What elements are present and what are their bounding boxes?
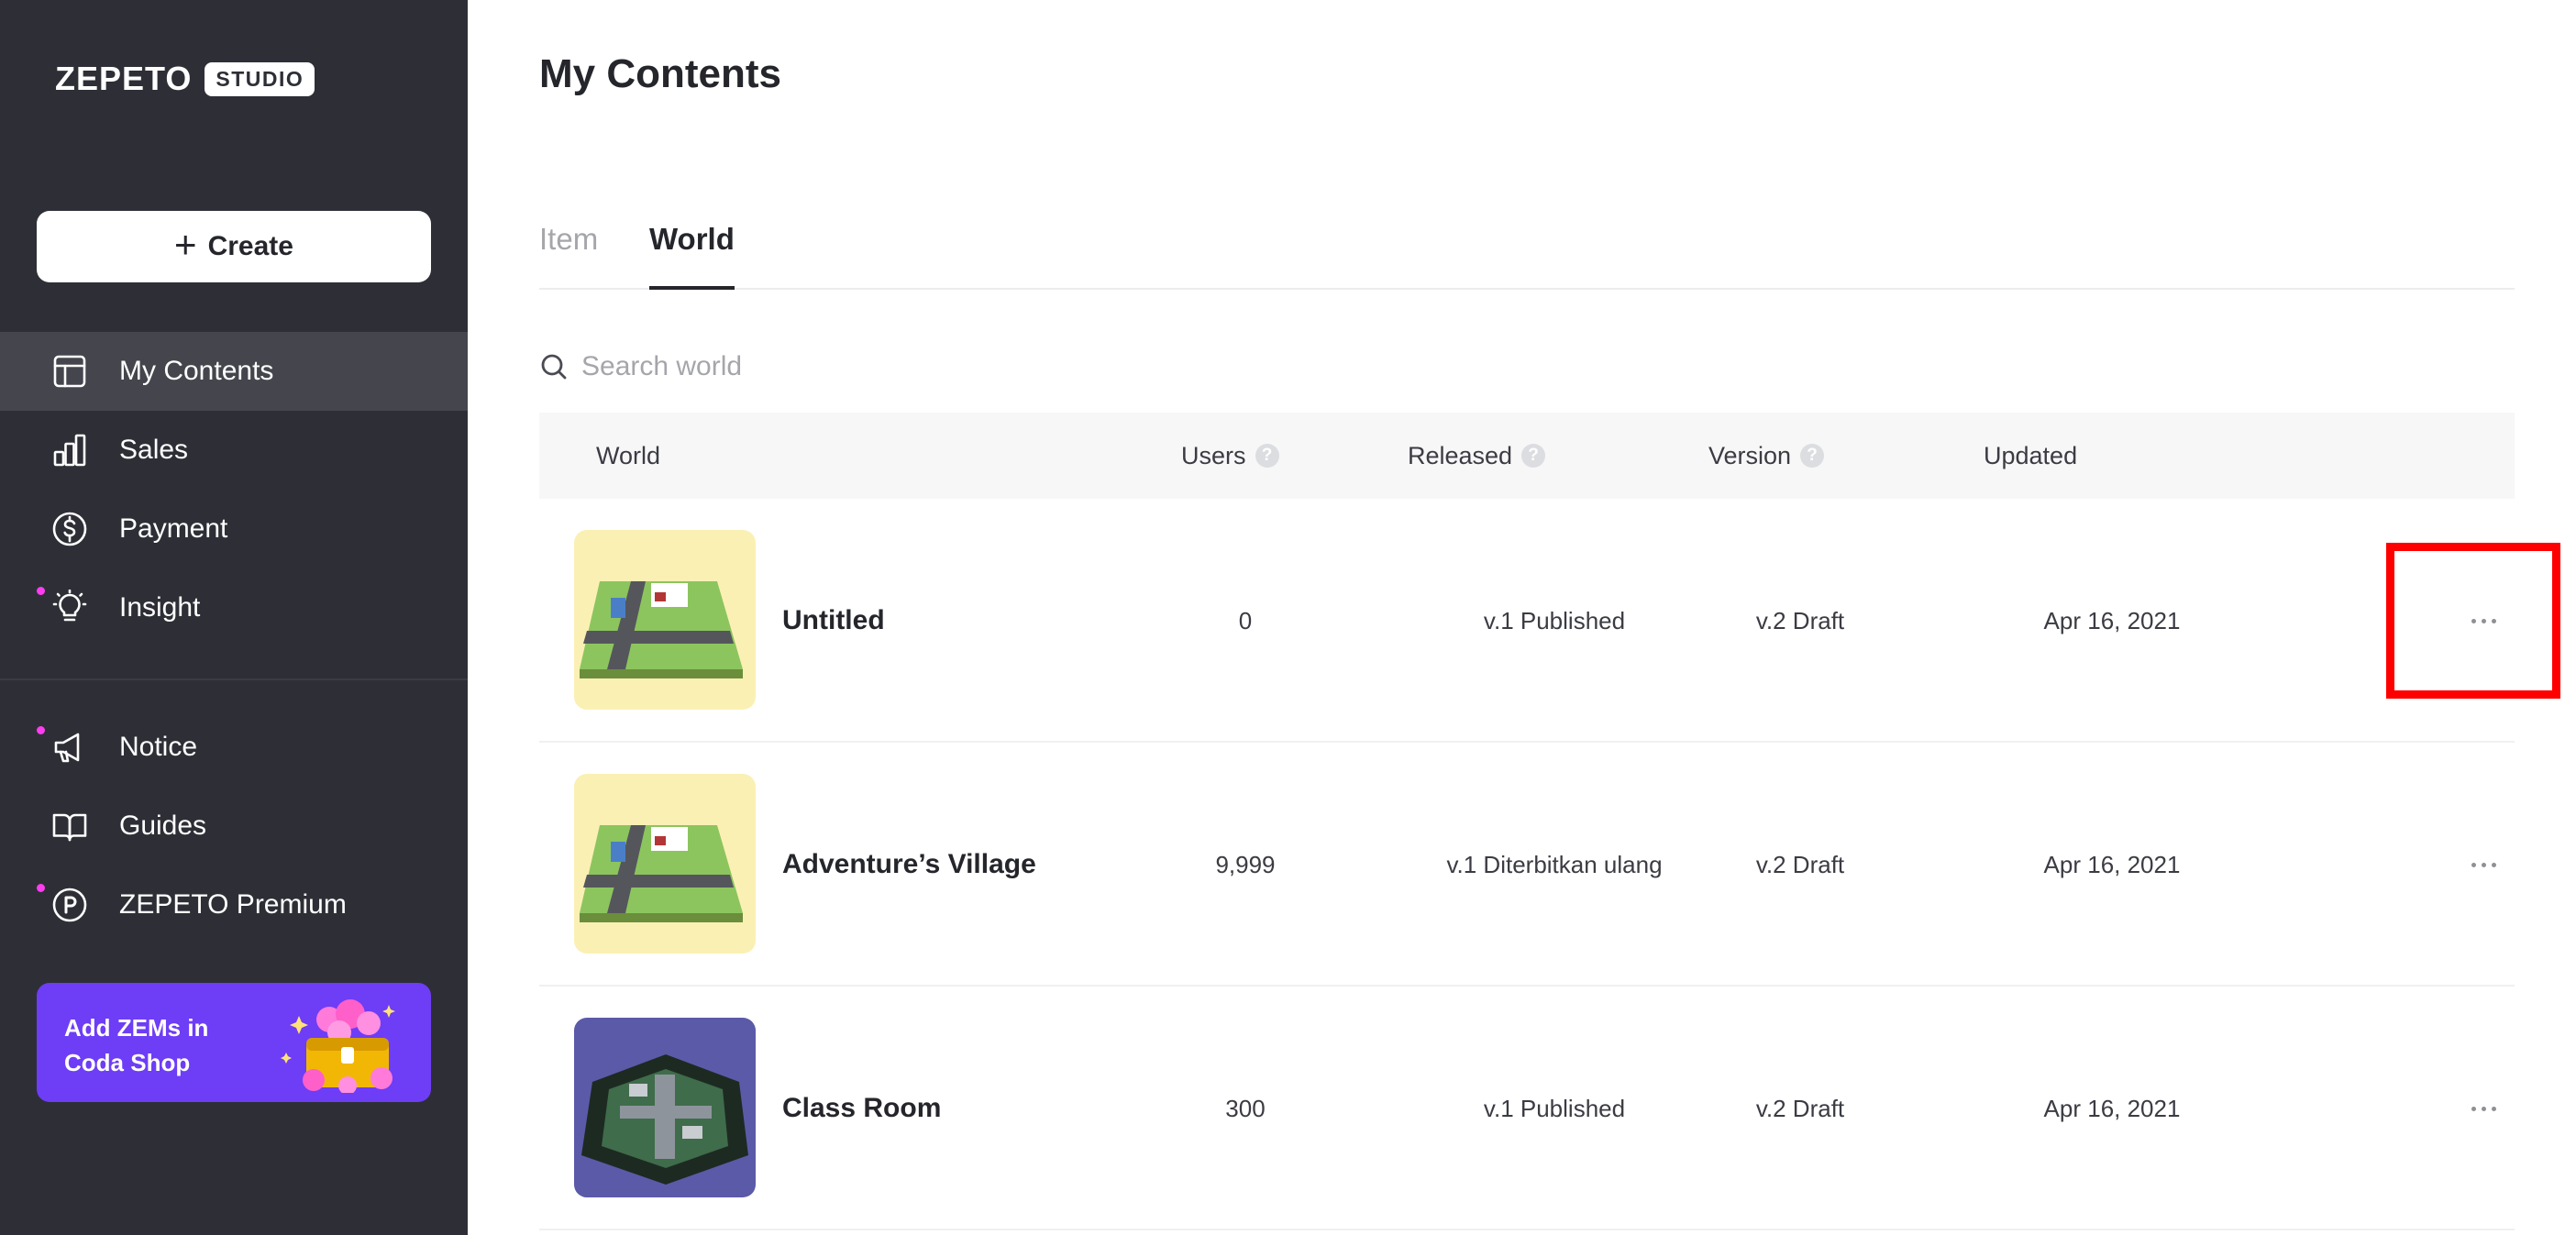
sidebar-item-payment[interactable]: Payment bbox=[0, 490, 468, 568]
sidebar-item-my-contents[interactable]: My Contents bbox=[0, 332, 468, 411]
logo-badge: STUDIO bbox=[205, 61, 315, 96]
bar-chart-icon bbox=[51, 432, 88, 469]
sidebar-item-guides[interactable]: Guides bbox=[0, 787, 468, 866]
more-options-button[interactable] bbox=[2456, 602, 2511, 639]
sidebar-item-label: Guides bbox=[119, 810, 207, 841]
create-button-label: Create bbox=[207, 231, 293, 261]
current-version: v.2 Draft bbox=[1755, 850, 1845, 878]
sidebar-item-label: ZEPETO Premium bbox=[119, 889, 347, 920]
current-version: v.2 Draft bbox=[1755, 606, 1845, 634]
premium-p-icon bbox=[51, 887, 88, 923]
page-title: My Contents bbox=[539, 51, 781, 96]
column-header-label: Users bbox=[1181, 441, 1246, 469]
world-thumbnail[interactable] bbox=[574, 530, 756, 710]
help-icon[interactable]: ? bbox=[1521, 444, 1546, 468]
world-thumbnail[interactable] bbox=[574, 774, 756, 954]
sidebar-item-label: Payment bbox=[119, 513, 228, 544]
treasure-chest-icon bbox=[281, 999, 395, 1093]
tab-item[interactable]: Item bbox=[539, 222, 598, 290]
table-row[interactable]: Untitled 0 v.1 Published v.2 Draft Apr 1… bbox=[539, 499, 2515, 743]
promo-line-1: Add ZEMs in bbox=[64, 1014, 209, 1042]
column-header-label: Version bbox=[1708, 441, 1792, 469]
more-options-button[interactable] bbox=[2456, 1090, 2511, 1127]
logo-word: ZEPETO bbox=[55, 60, 193, 97]
promo-line-2: Coda Shop bbox=[64, 1049, 191, 1076]
notification-dot bbox=[37, 884, 45, 892]
sidebar-item-label: My Contents bbox=[119, 356, 274, 386]
create-button[interactable]: + Create bbox=[37, 211, 431, 282]
column-header-updated: Updated bbox=[1984, 413, 2077, 499]
world-name[interactable]: Adventure’s Village bbox=[782, 743, 1036, 987]
updated-date: Apr 16, 2021 bbox=[2043, 1094, 2181, 1122]
users-count: 0 bbox=[1238, 606, 1253, 634]
tab-world[interactable]: World bbox=[649, 222, 735, 290]
sidebar-item-label: Notice bbox=[119, 732, 198, 762]
table-row[interactable]: Adventure’s Village 9,999 v.1 Diterbitka… bbox=[539, 743, 2515, 987]
sidebar-item-insight[interactable]: Insight bbox=[0, 568, 468, 647]
plus-icon: + bbox=[174, 223, 197, 266]
help-icon[interactable]: ? bbox=[1255, 444, 1279, 468]
promo-text: Add ZEMs in Coda Shop bbox=[64, 1010, 275, 1080]
column-header-version: Version? bbox=[1708, 413, 1825, 499]
updated-date: Apr 16, 2021 bbox=[2043, 850, 2181, 878]
column-header-label: Released bbox=[1408, 441, 1513, 469]
search-icon bbox=[541, 354, 567, 380]
notification-dot bbox=[37, 726, 45, 734]
content-tabs: Item World bbox=[539, 211, 2515, 290]
book-icon bbox=[51, 808, 88, 844]
column-header-label: Updated bbox=[1984, 441, 2078, 469]
secondary-nav: Notice Guides ZEPETO Premium bbox=[0, 708, 468, 944]
village-thumb-image bbox=[574, 774, 756, 954]
village-thumb-image bbox=[574, 530, 756, 710]
primary-nav: My Contents Sales Payment Insight bbox=[0, 332, 468, 647]
sidebar-item-label: Sales bbox=[119, 435, 189, 465]
help-icon[interactable]: ? bbox=[1800, 444, 1825, 468]
world-name[interactable]: Untitled bbox=[782, 499, 885, 743]
table-header: World Users? Released? Version? Updated bbox=[539, 413, 2515, 499]
users-count: 9,999 bbox=[1215, 850, 1276, 878]
more-options-button[interactable] bbox=[2456, 846, 2511, 883]
search-input[interactable] bbox=[581, 351, 1132, 382]
sidebar-item-label: Insight bbox=[119, 592, 201, 623]
column-header-world: World bbox=[596, 413, 660, 499]
column-header-users: Users? bbox=[1181, 413, 1279, 499]
dollar-circle-icon bbox=[51, 511, 88, 547]
zepeto-studio-logo[interactable]: ZEPETO STUDIO bbox=[55, 59, 315, 99]
column-header-released: Released? bbox=[1408, 413, 1546, 499]
users-count: 300 bbox=[1225, 1094, 1266, 1122]
classroom-thumb-image bbox=[574, 1018, 756, 1197]
sidebar-item-zepeto-premium[interactable]: ZEPETO Premium bbox=[0, 866, 468, 944]
world-name[interactable]: Class Room bbox=[782, 987, 941, 1230]
current-version: v.2 Draft bbox=[1755, 1094, 1845, 1122]
updated-date: Apr 16, 2021 bbox=[2043, 606, 2181, 634]
search-bar bbox=[539, 345, 1181, 389]
layout-icon bbox=[51, 353, 88, 390]
sidebar-divider bbox=[0, 678, 468, 680]
sidebar: ZEPETO STUDIO + Create My Contents Sales… bbox=[0, 0, 468, 1235]
sidebar-item-notice[interactable]: Notice bbox=[0, 708, 468, 787]
table-row[interactable]: Class Room 300 v.1 Published v.2 Draft A… bbox=[539, 987, 2515, 1230]
megaphone-icon bbox=[51, 729, 88, 766]
lightbulb-icon bbox=[51, 590, 88, 626]
column-header-label: World bbox=[596, 441, 661, 469]
notification-dot bbox=[37, 587, 45, 595]
coda-shop-promo-banner[interactable]: Add ZEMs in Coda Shop bbox=[37, 983, 431, 1102]
world-thumbnail[interactable] bbox=[574, 1018, 756, 1197]
sidebar-item-sales[interactable]: Sales bbox=[0, 411, 468, 490]
